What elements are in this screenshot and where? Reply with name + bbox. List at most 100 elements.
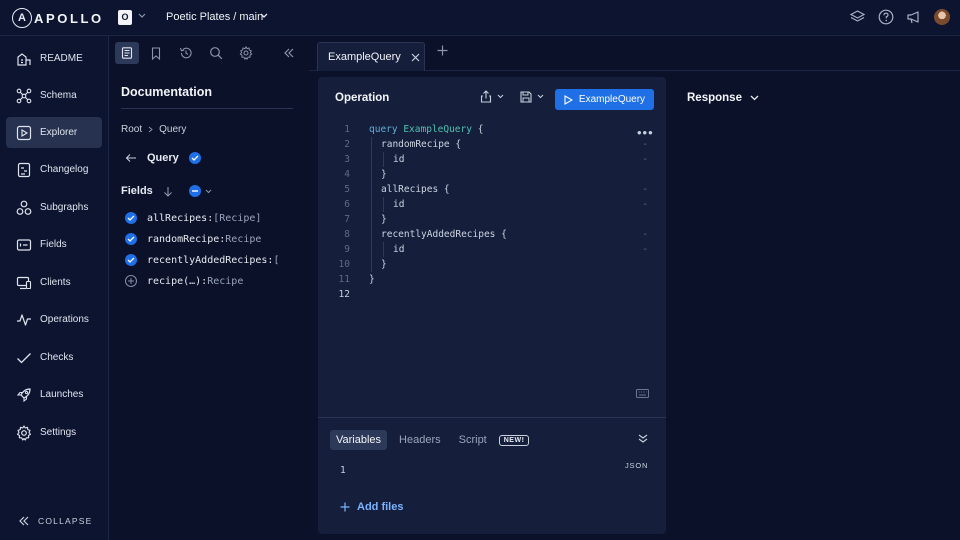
indent-guide bbox=[383, 152, 384, 167]
field-type[interactable]: [ bbox=[273, 255, 279, 266]
sidebar-item-schema[interactable]: Schema bbox=[6, 80, 102, 111]
remove-field-marker[interactable]: - bbox=[642, 182, 648, 197]
code-text: id bbox=[393, 199, 405, 210]
field-name: recipe(…): bbox=[147, 275, 208, 287]
code-line[interactable]: 4} bbox=[318, 167, 666, 182]
field-row-allrecipes[interactable]: allRecipes:[Recipe] bbox=[125, 212, 261, 224]
code-line[interactable]: 10} bbox=[318, 257, 666, 272]
settings-button[interactable] bbox=[234, 42, 258, 64]
sidebar-item-subgraphs[interactable]: Subgraphs bbox=[6, 192, 102, 223]
field-type[interactable]: [Recipe] bbox=[213, 213, 261, 224]
remove-field-marker[interactable]: - bbox=[642, 242, 648, 257]
sidebar-item-label: Launches bbox=[40, 389, 84, 400]
user-avatar[interactable] bbox=[934, 9, 950, 25]
org-badge[interactable]: O bbox=[118, 10, 132, 25]
share-icon bbox=[480, 90, 492, 103]
search-button[interactable] bbox=[204, 42, 228, 64]
sidebar-item-explorer[interactable]: Explorer bbox=[6, 117, 102, 148]
breadcrumb-query[interactable]: Query bbox=[159, 124, 186, 135]
indent-guide bbox=[383, 197, 384, 212]
collapse-docs-button[interactable] bbox=[277, 42, 301, 64]
code-line[interactable]: 1 query ExampleQuery { bbox=[318, 122, 666, 137]
tab-headers[interactable]: Headers bbox=[393, 430, 447, 450]
save-button[interactable] bbox=[520, 90, 544, 103]
code-line[interactable]: 11} bbox=[318, 272, 666, 287]
field-row-recentlyaddedrecipes[interactable]: recentlyAddedRecipes:[ bbox=[125, 254, 279, 266]
graph-title[interactable]: Poetic Plates / main bbox=[166, 11, 263, 23]
keyboard-icon[interactable] bbox=[636, 389, 649, 398]
check-circle-icon[interactable] bbox=[188, 152, 201, 164]
double-chevron-left-icon bbox=[19, 516, 29, 526]
json-label: JSON bbox=[625, 461, 649, 470]
tab-variables[interactable]: Variables bbox=[330, 430, 388, 450]
sidebar-item-checks[interactable]: Checks bbox=[6, 342, 102, 373]
search-icon bbox=[210, 47, 223, 60]
check-circle-icon[interactable] bbox=[125, 254, 137, 266]
share-button[interactable] bbox=[480, 90, 504, 103]
field-row-recipe[interactable]: recipe(…):Recipe bbox=[125, 275, 243, 287]
remove-field-marker[interactable]: - bbox=[642, 137, 648, 152]
arrow-down-icon[interactable] bbox=[163, 186, 173, 197]
collections-button[interactable] bbox=[144, 42, 168, 64]
code-line[interactable]: 2 randomRecipe {- bbox=[318, 137, 666, 152]
tab-examplequery[interactable]: ExampleQuery bbox=[317, 42, 425, 71]
apollo-logo-mark: A bbox=[12, 8, 32, 28]
code-line[interactable]: 8 recentlyAddedRecipes {- bbox=[318, 227, 666, 242]
tab-script[interactable]: Script bbox=[453, 430, 493, 450]
chevron-down-icon[interactable] bbox=[260, 13, 268, 19]
field-row-randomrecipe[interactable]: randomRecipe:Recipe bbox=[125, 233, 261, 245]
indent-guide bbox=[371, 212, 372, 227]
breadcrumb-root[interactable]: Root bbox=[121, 124, 142, 135]
remove-field-marker[interactable]: - bbox=[642, 152, 648, 167]
select-all-toggle[interactable] bbox=[188, 185, 212, 197]
sidebar-item-readme[interactable]: README bbox=[6, 43, 102, 74]
run-button-label: ExampleQuery bbox=[578, 94, 646, 105]
sidebar-item-fields[interactable]: Fields bbox=[6, 229, 102, 260]
code-text: } bbox=[381, 214, 387, 225]
sidebar-item-changelog[interactable]: Changelog bbox=[6, 154, 102, 185]
remove-field-marker[interactable]: - bbox=[642, 197, 648, 212]
response-header[interactable]: Response bbox=[687, 92, 759, 104]
code-line[interactable]: 7} bbox=[318, 212, 666, 227]
chevron-down-icon[interactable] bbox=[138, 13, 146, 19]
history-button[interactable] bbox=[174, 42, 198, 64]
help-icon[interactable] bbox=[878, 9, 894, 25]
double-chevron-down-icon bbox=[638, 434, 648, 443]
check-circle-icon[interactable] bbox=[125, 212, 137, 224]
sidebar-item-label: Checks bbox=[40, 352, 74, 363]
add-tab-button[interactable] bbox=[437, 45, 448, 56]
sidebar-item-launches[interactable]: Launches bbox=[6, 379, 102, 410]
code-line[interactable]: 3 id - bbox=[318, 152, 666, 167]
apollo-logo[interactable]: A APOLLO bbox=[12, 8, 104, 28]
code-line[interactable]: 9 id - bbox=[318, 242, 666, 257]
field-type[interactable]: Recipe bbox=[207, 276, 243, 287]
layers-icon[interactable] bbox=[849, 9, 866, 25]
code-line[interactable]: 6 id - bbox=[318, 197, 666, 212]
play-icon bbox=[564, 94, 573, 105]
sidebar-item-settings[interactable]: Settings bbox=[6, 417, 102, 448]
arrow-left-icon[interactable] bbox=[125, 153, 137, 163]
launches-icon bbox=[16, 387, 31, 402]
sidebar-item-operations[interactable]: Operations bbox=[6, 304, 102, 335]
sidebar-item-label: Schema bbox=[40, 90, 77, 101]
field-type[interactable]: Recipe bbox=[225, 234, 261, 245]
add-files-button[interactable]: Add files bbox=[340, 501, 403, 513]
check-circle-icon[interactable] bbox=[125, 233, 137, 245]
code-line[interactable]: 5 allRecipes {- bbox=[318, 182, 666, 197]
docs-tab-button[interactable] bbox=[115, 42, 139, 64]
collapse-label: COLLAPSE bbox=[38, 516, 93, 526]
code-text: } bbox=[381, 169, 387, 180]
sidebar-item-clients[interactable]: Clients bbox=[6, 267, 102, 298]
code-line[interactable]: 12 bbox=[318, 287, 666, 302]
collapse-variables-button[interactable] bbox=[638, 434, 648, 443]
remove-field-marker[interactable]: - bbox=[642, 227, 648, 242]
collapse-button[interactable]: COLLAPSE bbox=[18, 516, 92, 526]
plus-circle-icon[interactable] bbox=[125, 275, 137, 287]
run-query-button[interactable]: ExampleQuery bbox=[555, 89, 654, 110]
explorer-icon bbox=[16, 125, 32, 140]
gear-icon bbox=[16, 424, 32, 441]
megaphone-icon[interactable] bbox=[906, 9, 922, 25]
line-number: 12 bbox=[338, 289, 350, 300]
close-icon[interactable] bbox=[411, 53, 420, 62]
divider bbox=[121, 108, 293, 109]
